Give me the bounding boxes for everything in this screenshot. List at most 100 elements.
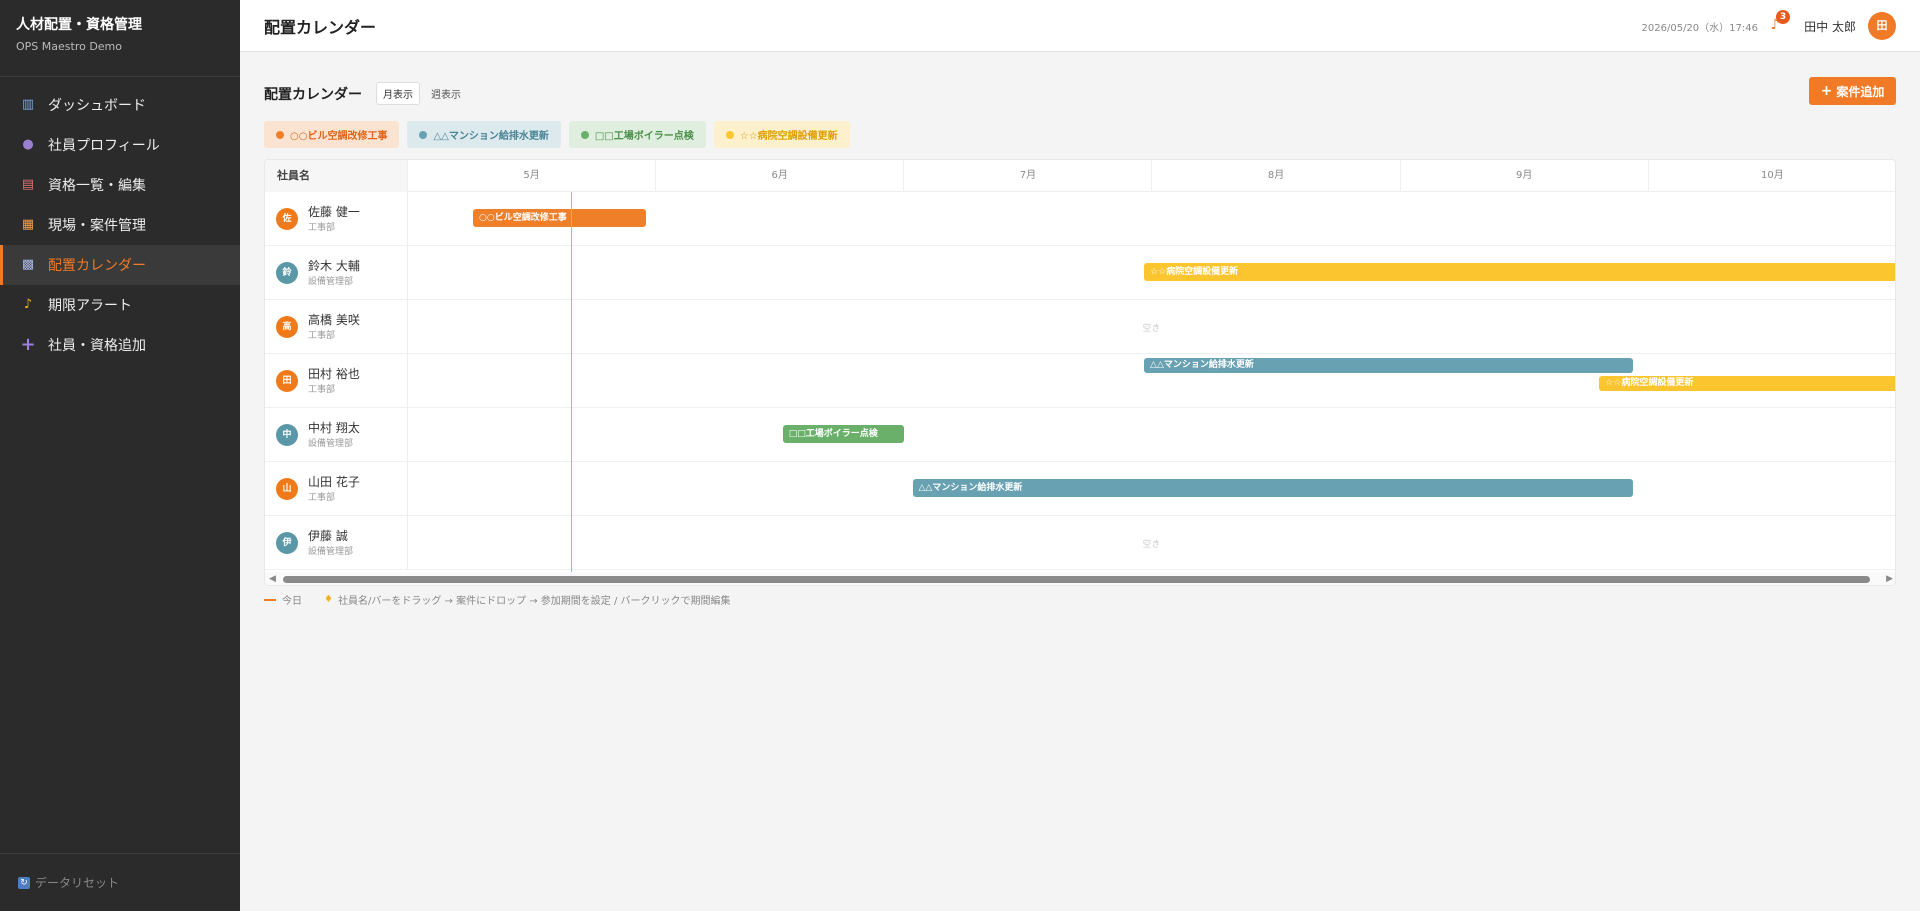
lightbulb-icon: ♦ [324, 594, 333, 605]
main-content: 配置カレンダー 月表示 週表示 + 案件追加 ○○ビル空調改修工事 △△マンション… [240, 52, 1920, 911]
employee-row: 佐佐藤 健一 工事部 ○○ビル空調改修工事 [265, 192, 1895, 246]
legend-dot-icon [419, 130, 428, 139]
employee-name-cell[interactable]: 田田村 裕也工事部 [265, 354, 408, 408]
month-view-button[interactable]: 月表示 [376, 82, 420, 105]
month-header: 8月 [1153, 160, 1401, 192]
month-header: 6月 [656, 160, 905, 192]
sidebar: 人材配置・資格管理 OPS Maestro Demo ▥ ダッシュボード ● 社… [0, 0, 240, 911]
user-name: 田中 太郎 [1804, 20, 1856, 34]
chart-icon: ▥ [21, 97, 35, 112]
scroll-left-icon[interactable]: ◀ [269, 574, 276, 584]
data-reset-label: データリセット [35, 876, 120, 890]
building-icon: ▦ [21, 217, 35, 232]
employee-name: 高橋 美咲 [308, 313, 360, 327]
sidebar-item-dashboard[interactable]: ▥ ダッシュボード [0, 85, 240, 125]
person-icon: ● [22, 137, 34, 152]
legend-dot-icon [580, 130, 589, 139]
assignment-bar[interactable]: □□工場ボイラー点検 [782, 425, 905, 443]
employee-row: 伊伊藤 誠設備管理部 空き [265, 516, 1895, 570]
week-view-button[interactable]: 週表示 [424, 82, 468, 105]
employee-name-header: 社員名 [265, 160, 408, 192]
legend-item-1[interactable]: △△マンション給排水更新 [407, 121, 561, 148]
notification-button[interactable]: ♪ 3 [1766, 10, 1790, 34]
sidebar-item-alerts[interactable]: ♪ 期限アラート [0, 285, 240, 325]
hint-text: 社員名/バーをドラッグ → 案件にドロップ → 参加期間を設定 / バークリック… [337, 596, 731, 607]
legend-item-2[interactable]: □□工場ボイラー点検 [568, 121, 706, 148]
scroll-thumb[interactable] [283, 576, 1870, 583]
plus-icon: + [20, 334, 36, 355]
employee-name: 中村 翔太 [308, 421, 360, 435]
sidebar-item-qualifications[interactable]: ▤ 資格一覧・編集 [0, 165, 240, 205]
empty-slot-label: 空き [1142, 324, 1161, 334]
brand: 人材配置・資格管理 OPS Maestro Demo [0, 0, 240, 77]
scroll-right-icon[interactable]: ▶ [1886, 574, 1893, 584]
user-avatar[interactable]: 田 [1868, 12, 1896, 40]
legend-item-3[interactable]: ☆☆病院空調設備更新 [713, 121, 850, 148]
assignment-bar[interactable]: △△マンション給排水更新 [1144, 358, 1633, 373]
brand-title: 人材配置・資格管理 [16, 17, 142, 33]
employee-department: 工事部 [308, 385, 336, 395]
sidebar-item-label: 社員・資格追加 [48, 338, 146, 354]
employee-name-cell[interactable]: 伊伊藤 誠設備管理部 [265, 516, 408, 570]
calendar-footnote: 今日 ♦ 社員名/バーをドラッグ → 案件にドロップ → 参加期間を設定 / バ… [264, 592, 731, 607]
employee-avatar: 中 [276, 424, 298, 446]
assignment-bar[interactable]: ☆☆病院空調設備更新 [1144, 263, 1895, 281]
today-line [570, 192, 572, 572]
month-header: 7月 [904, 160, 1153, 192]
employee-department: 工事部 [308, 223, 336, 233]
bell-icon: ♪ [23, 297, 33, 312]
page-title: 配置カレンダー [264, 18, 377, 37]
sidebar-item-label: 社員プロフィール [48, 138, 160, 154]
today-label: 今日 [282, 596, 302, 607]
assignment-bar[interactable]: △△マンション給排水更新 [912, 479, 1633, 497]
employee-name: 佐藤 健一 [308, 205, 360, 219]
employee-row: 鈴鈴木 大輔 設備管理部 ☆☆病院空調設備更新 [265, 246, 1895, 300]
employee-name-cell[interactable]: 高高橋 美咲 工事部 [265, 300, 408, 354]
sidebar-item-profile[interactable]: ● 社員プロフィール [0, 125, 240, 165]
notification-badge: 3 [1776, 10, 1790, 24]
employee-name-cell[interactable]: 山山田 花子 工事部 [265, 462, 408, 516]
employee-row: 高高橋 美咲 工事部 空き [265, 300, 1895, 354]
employee-name-cell[interactable]: 佐佐藤 健一 工事部 [265, 192, 408, 246]
employee-row: 田田村 裕也工事部 △△マンション給排水更新 ☆☆病院空調設備更新 [265, 354, 1895, 408]
legend-label: □□工場ボイラー点検 [594, 131, 694, 142]
employee-department: 工事部 [308, 493, 336, 503]
employee-avatar: 鈴 [276, 262, 298, 284]
month-header: 5月 [408, 160, 657, 192]
employee-avatar: 伊 [276, 532, 298, 554]
employee-name: 田村 裕也 [308, 367, 360, 381]
employee-department: 工事部 [308, 331, 336, 341]
today-marker-icon [264, 598, 276, 601]
legend-item-0[interactable]: ○○ビル空調改修工事 [264, 121, 400, 148]
sidebar-item-label: 資格一覧・編集 [48, 178, 146, 194]
horizontal-scrollbar[interactable]: ◀ ▶ [265, 572, 1895, 585]
employee-name-cell[interactable]: 中中村 翔太 設備管理部 [265, 408, 408, 462]
add-project-label: 案件追加 [1836, 84, 1885, 99]
employee-avatar: 田 [276, 370, 298, 392]
employee-row: 山山田 花子 工事部 △△マンション給排水更新 [265, 462, 1895, 516]
sidebar-item-sites[interactable]: ▦ 現場・案件管理 [0, 205, 240, 245]
sidebar-item-label: ダッシュボード [48, 98, 146, 114]
sidebar-item-label: 現場・案件管理 [48, 218, 146, 234]
assignment-bar[interactable]: ☆☆病院空調設備更新 [1599, 376, 1895, 391]
employee-row: 中中村 翔太 設備管理部 □□工場ボイラー点検 [265, 408, 1895, 462]
project-legend: ○○ビル空調改修工事 △△マンション給排水更新 □□工場ボイラー点検 ☆☆病院空調設備… [264, 121, 858, 148]
assignment-bar[interactable]: ○○ビル空調改修工事 [473, 209, 647, 227]
employee-department: 設備管理部 [308, 277, 354, 287]
add-project-button[interactable]: + 案件追加 [1809, 77, 1896, 105]
calendar-toolbar: 配置カレンダー 月表示 週表示 [264, 82, 472, 105]
month-header: 10月 [1649, 160, 1895, 192]
month-header: 9月 [1401, 160, 1649, 192]
sidebar-item-label: 期限アラート [48, 298, 132, 314]
sidebar-item-add[interactable]: + 社員・資格追加 [0, 325, 240, 365]
employee-name-cell[interactable]: 鈴鈴木 大輔 設備管理部 [265, 246, 408, 300]
employee-name: 伊藤 誠 [308, 529, 348, 543]
brand-subtitle: OPS Maestro Demo [16, 40, 123, 53]
employee-avatar: 山 [276, 478, 298, 500]
data-reset-button[interactable]: ↻ データリセット [0, 853, 240, 911]
placement-calendar: 社員名 5月 6月 7月 8月 9月 10月 佐佐藤 健一 工事部 ○○ビル空調改修工事鈴鈴木… [264, 159, 1896, 586]
sidebar-item-calendar[interactable]: ▩ 配置カレンダー [0, 245, 240, 285]
employee-department: 設備管理部 [308, 547, 354, 557]
legend-label: ○○ビル空調改修工事 [290, 131, 388, 142]
reset-icon: ↻ [18, 876, 30, 889]
